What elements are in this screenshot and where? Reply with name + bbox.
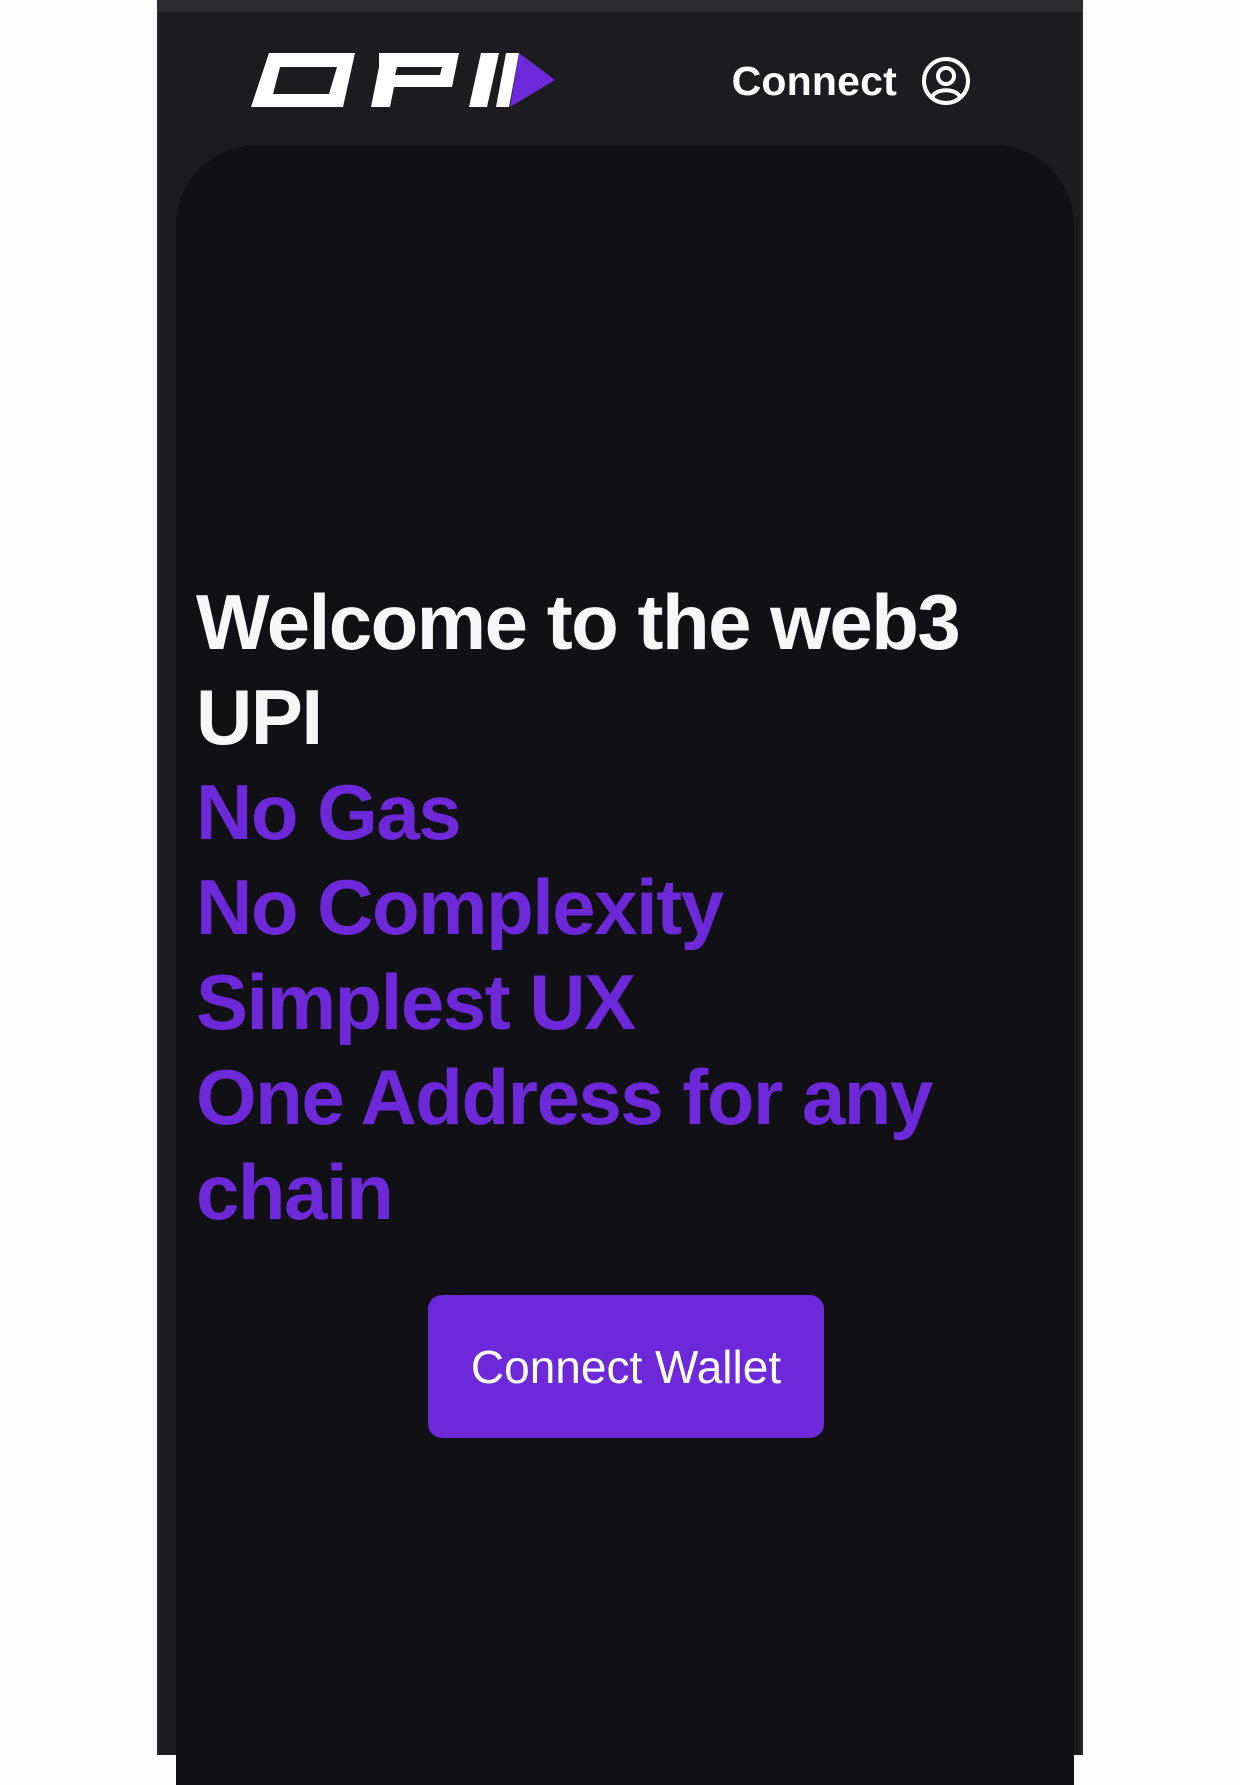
- top-bar: Connect: [159, 12, 1081, 144]
- main-panel: Welcome to the web3 UPI No Gas No Comple…: [176, 145, 1074, 1785]
- connect-label: Connect: [731, 57, 897, 104]
- feature-item-no-gas: No Gas: [196, 768, 462, 856]
- feature-item-simplest-ux: Simplest UX: [196, 958, 636, 1046]
- connect-wallet-button[interactable]: Connect Wallet: [428, 1295, 824, 1438]
- header-connect-button[interactable]: Connect: [732, 56, 971, 106]
- feature-list: No Gas No Complexity Simplest UX One Add…: [196, 765, 1066, 1240]
- feature-item-one-address: One Address for any chain: [196, 1053, 933, 1236]
- dpi-logo[interactable]: [247, 49, 555, 111]
- hero-title: Welcome to the web3 UPI: [196, 578, 961, 761]
- user-circle-icon: [922, 57, 970, 105]
- feature-item-no-complexity: No Complexity: [196, 863, 724, 951]
- hero-section: Welcome to the web3 UPI No Gas No Comple…: [196, 575, 1066, 1240]
- app-frame: Connect Welcome to the web3 UPI No Gas N…: [157, 0, 1083, 1785]
